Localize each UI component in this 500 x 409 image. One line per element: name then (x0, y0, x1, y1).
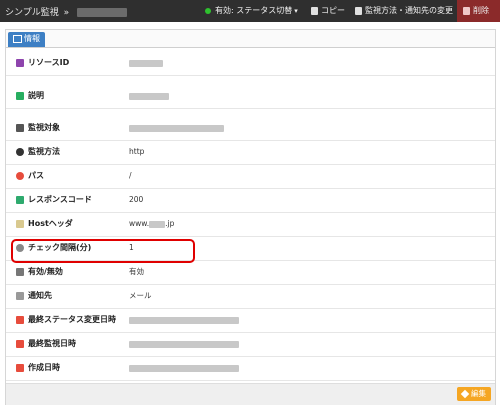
delete-button[interactable]: 削除 (457, 0, 500, 22)
chevron-down-icon: ▾ (294, 7, 298, 15)
row-notify: 通知先 メール (6, 284, 495, 309)
info-icon (13, 34, 22, 43)
value-method: http (129, 147, 145, 156)
calendar-icon (16, 315, 24, 324)
globe-icon (16, 147, 24, 156)
label-notify: 通知先 (28, 291, 52, 300)
value-response-code: 200 (129, 195, 144, 204)
trash-icon (463, 6, 470, 15)
row-enabled: 有効/無効 有効 (6, 260, 495, 285)
value-notify: メール (129, 291, 152, 300)
row-last-status-change: 最終ステータス変更日時 (6, 308, 495, 333)
row-method: 監視方法 http (6, 140, 495, 165)
label-last-status-change: 最終ステータス変更日時 (28, 315, 116, 324)
value-host-header-suffix: .jp (165, 219, 175, 228)
label-last-check: 最終監視日時 (28, 339, 76, 348)
speaker-icon (16, 291, 24, 300)
value-description-redacted (129, 92, 169, 100)
tab-info[interactable]: 情報 (8, 32, 45, 47)
row-response-code: レスポンスコード 200 (6, 188, 495, 213)
label-resource-id: リソースID (28, 58, 70, 67)
label-path: パス (28, 171, 44, 180)
pencil-icon (460, 389, 470, 399)
pin-icon (16, 171, 24, 180)
value-target-redacted (129, 124, 224, 132)
monitor-icon (16, 123, 24, 132)
tab-info-label: 情報 (24, 34, 40, 43)
change-method-label: 監視方法・通知先の変更 (365, 6, 453, 15)
settings-icon (355, 6, 362, 15)
tag-icon (16, 219, 24, 228)
breadcrumb-redacted (77, 8, 127, 17)
row-created: 作成日時 (6, 356, 495, 381)
label-description: 説明 (28, 91, 44, 100)
calendar-icon (16, 339, 24, 348)
row-path: パス / (6, 164, 495, 189)
edit-button[interactable]: 編集 (457, 387, 491, 401)
value-created-redacted (129, 364, 239, 372)
label-created: 作成日時 (28, 363, 60, 372)
arrow-icon (16, 195, 24, 204)
value-host-header-redacted (149, 220, 166, 228)
label-method: 監視方法 (28, 147, 60, 156)
calendar-icon (16, 363, 24, 372)
label-target: 監視対象 (28, 123, 60, 132)
value-host-header-prefix: www. (129, 219, 150, 228)
copy-icon (311, 6, 318, 15)
value-last-check-redacted (129, 340, 239, 348)
breadcrumb: シンプル監視 » (5, 5, 127, 18)
value-path: / (129, 171, 132, 180)
label-response-code: レスポンスコード (28, 195, 92, 204)
power-icon (16, 267, 24, 276)
copy-button[interactable]: コピー (311, 0, 345, 22)
edit-label: 編集 (471, 389, 486, 398)
row-target: 監視対象 (6, 116, 495, 141)
change-method-button[interactable]: 監視方法・通知先の変更 (355, 0, 453, 22)
status-toggle-label: 有効: ステータス切替 (215, 6, 293, 15)
status-dot-icon (205, 7, 211, 14)
row-resource-id: リソースID (6, 51, 495, 76)
note-icon (16, 91, 24, 100)
top-toolbar: シンプル監視 » 有効: ステータス切替 ▾ コピー 監視方法・通知先の変更 削除 (0, 0, 500, 22)
host-header-highlight (11, 239, 195, 263)
id-card-icon (16, 58, 24, 67)
value-enabled: 有効 (129, 267, 144, 276)
row-last-check: 最終監視日時 (6, 332, 495, 357)
row-host-header: Hostヘッダ www. .jp (6, 212, 495, 237)
copy-label: コピー (321, 6, 345, 15)
value-resource-id-redacted (129, 59, 163, 67)
status-toggle-button[interactable]: 有効: ステータス切替 ▾ (205, 0, 298, 22)
tab-strip: 情報 (6, 30, 495, 48)
label-enabled: 有効/無効 (28, 267, 63, 276)
delete-label: 削除 (473, 6, 489, 15)
info-panel: 情報 リソースID 説明 監視対象 監視方法 http パス / レスポンスコー… (5, 29, 496, 405)
breadcrumb-root[interactable]: シンプル監視 (5, 8, 59, 18)
breadcrumb-separator: » (63, 8, 70, 18)
value-last-status-change-redacted (129, 316, 239, 324)
label-host-header: Hostヘッダ (28, 219, 73, 228)
row-description: 説明 (6, 84, 495, 109)
panel-footer: 編集 (6, 383, 495, 405)
